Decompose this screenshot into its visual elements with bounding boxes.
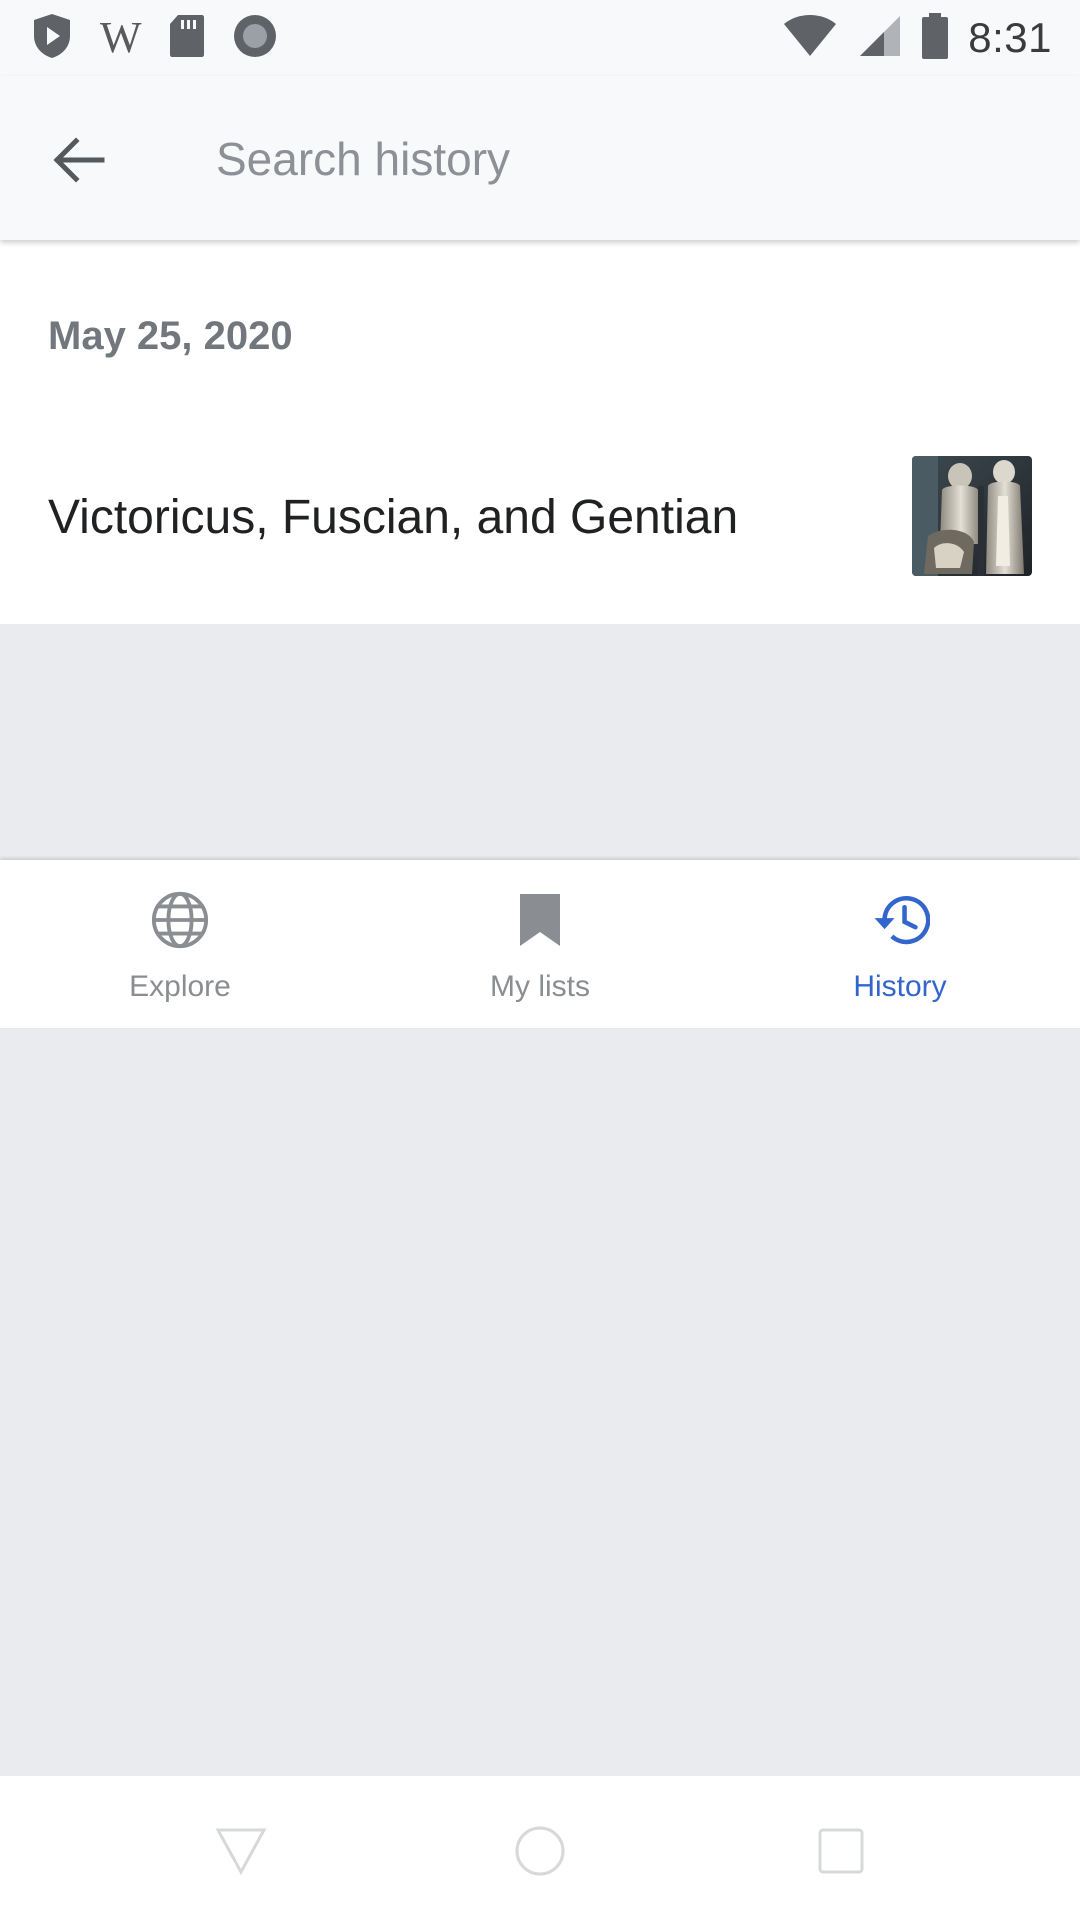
screen: W 8:31 Search history May 25, 2020 Victo… xyxy=(0,0,1080,1920)
search-history-input[interactable] xyxy=(216,116,1036,202)
statue-thumbnail[interactable] xyxy=(912,456,1032,576)
bookmark-icon xyxy=(510,890,570,950)
nav-label-my-lists: My lists xyxy=(490,970,590,1003)
wikipedia-w-icon: W xyxy=(100,13,142,62)
back-button[interactable] xyxy=(28,110,128,210)
record-icon xyxy=(232,13,278,64)
system-status: 8:31 xyxy=(782,10,1052,66)
history-icon xyxy=(870,890,930,950)
nav-item-explore[interactable]: Explore xyxy=(0,860,360,1028)
system-recents-button[interactable] xyxy=(796,1806,886,1896)
home-circle-icon xyxy=(515,1826,565,1876)
bottom-navigation: Explore My lists History xyxy=(0,860,1080,1028)
system-back-button[interactable] xyxy=(196,1806,286,1896)
system-navigation-bar xyxy=(0,1776,1080,1920)
system-home-button[interactable] xyxy=(495,1806,585,1896)
nav-label-explore: Explore xyxy=(129,970,231,1003)
history-item-title: Victoricus, Fuscian, and Gentian xyxy=(48,491,739,544)
cell-signal-icon xyxy=(856,14,902,63)
arrow-left-icon xyxy=(53,137,105,183)
status-bar: W 8:31 xyxy=(0,0,1080,76)
shield-play-icon xyxy=(30,12,74,65)
sd-card-icon xyxy=(168,13,206,64)
back-triangle-icon xyxy=(215,1828,267,1876)
globe-icon xyxy=(150,890,210,950)
search-toolbar xyxy=(0,76,1080,240)
nav-item-history[interactable]: History xyxy=(720,860,1080,1028)
nav-label-history: History xyxy=(853,970,947,1003)
wifi-icon xyxy=(782,14,838,63)
clock: 8:31 xyxy=(968,14,1052,61)
notification-icons: W xyxy=(30,12,278,64)
battery-icon xyxy=(920,12,950,65)
recents-square-icon xyxy=(818,1828,864,1874)
nav-item-my-lists[interactable]: My lists xyxy=(360,860,720,1028)
date-header: May 25, 2020 xyxy=(48,314,293,358)
